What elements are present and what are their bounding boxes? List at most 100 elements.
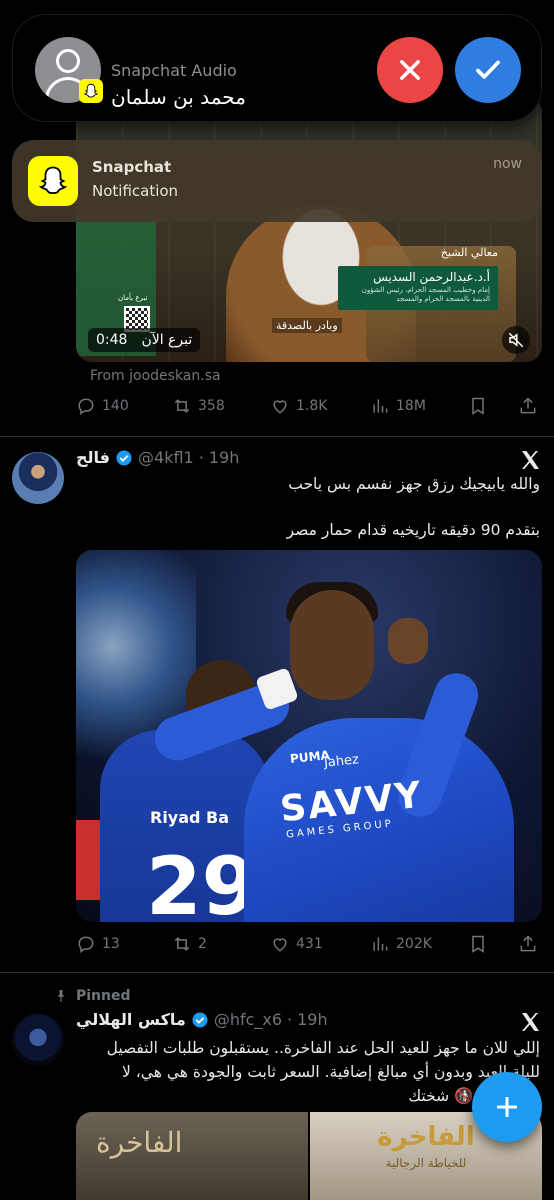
avatar[interactable] [12,1014,64,1066]
author-handle[interactable]: @4kfl1 [138,448,194,467]
repost-count: 2 [198,936,207,952]
tweet1-source[interactable]: From joodeskan.sa [90,368,221,384]
qr-label: تبرع بأمان [118,294,148,302]
compose-button[interactable] [472,1072,542,1142]
x-logo-icon [522,1013,539,1031]
notification-time: now [493,156,522,172]
repost-button[interactable]: 358 [172,396,225,416]
notification-body: Notification [92,182,179,200]
author-handle[interactable]: @hfc_x6 [214,1010,282,1029]
author-name[interactable]: ماكس الهلالي [76,1010,186,1029]
like-count: 1.8K [296,398,328,414]
repost-icon [174,399,190,413]
ghost-icon [38,166,68,194]
tweet1-video[interactable]: معالي الشيخ أ.د.عبدالرحمن السديس إمام وخ… [76,96,542,362]
share-button[interactable] [518,396,538,416]
accept-call-button[interactable] [455,37,521,103]
tweet3-photo-left[interactable]: الفاخرة [76,1112,308,1200]
snapchat-app-icon [28,156,78,206]
player-head [290,590,374,700]
divider [0,972,554,973]
views-button[interactable]: 18M [370,396,426,416]
video-duration: 0:48 [96,332,128,348]
repost-count: 358 [198,398,225,414]
video-card-name: أ.د.عبدالرحمن السديس [373,270,490,284]
repost-button[interactable]: 2 [172,934,207,954]
bookmark-button[interactable] [468,934,488,954]
video-card-title: معالي الشيخ [440,246,498,259]
tweet2-text-line1: والله يابيجيك رزق جهز نفسم بس ياحب [288,475,540,493]
heart-icon [273,938,287,952]
call-app-label: Snapchat Audio [111,61,237,80]
bookmark-icon [472,397,484,415]
store-sign-right-sub: للخياطة الرجالية [385,1156,467,1170]
pinned-label: Pinned [54,988,131,1004]
close-icon [400,60,420,80]
plus-icon [497,1097,517,1117]
reply-button[interactable]: 140 [76,396,129,416]
jersey-bank-text: Riyad Ba [150,808,230,827]
views-button[interactable]: 202K [370,934,432,954]
bookmark-icon [472,935,484,953]
like-button[interactable]: 1.8K [270,396,327,416]
views-icon [373,937,388,951]
speaker-muted-icon [508,332,524,348]
video-name-card: أ.د.عبدالرحمن السديس إمام وخطيب المسجد ا… [338,266,498,310]
video-caption: وبادر بالصدقة [272,318,342,333]
ghost-icon [83,83,99,98]
x-logo-icon [522,451,539,469]
post-time: 19h [208,448,240,467]
store-sign-left: الفاخرة [96,1126,183,1159]
decline-call-button[interactable] [377,37,443,103]
tweet2-text-line2: بتقدم 90 دقيقه تاريخيه قدام حمار مصر [286,521,540,539]
video-card-sub: إمام وخطيب المسجد الحرام، رئيس الشؤون ال… [361,286,490,303]
separator-dot: · [198,448,204,467]
tweet3-photos[interactable]: الفاخرة الفاخرة للخياطة الرجالية [76,1112,542,1200]
caller-name: محمد بن سلمان [111,85,246,109]
pin-icon [57,990,65,1002]
mute-button[interactable] [502,326,530,354]
video-time-pill: 0:48 تبرع الآن [88,328,201,352]
repost-icon [174,937,190,951]
share-icon [520,935,536,952]
share-button[interactable] [518,934,538,954]
checkmark-icon [476,60,500,79]
snapchat-notification[interactable]: Snapchat Notification now [12,140,542,222]
verified-badge-icon [192,1012,208,1027]
incoming-call-banner[interactable]: Snapchat Audio محمد بن سلمان [12,14,542,122]
post-time: 19h [297,1010,328,1029]
player-hand [388,618,428,664]
author-name[interactable]: فالح [76,448,110,467]
tweet2-actions: 13 2 431 202K [76,932,544,956]
video-overlay-label: تبرع الآن [141,332,193,348]
tweet1-actions: 140 358 1.8K 18M [76,394,544,418]
notification-title: Snapchat [92,158,172,176]
verified-badge-icon [116,450,132,465]
reply-button[interactable]: 13 [76,934,120,954]
heart-icon [273,400,287,414]
view-count: 18M [396,398,426,414]
reply-count: 13 [102,936,120,952]
like-button[interactable]: 431 [270,934,323,954]
reply-icon [78,398,94,415]
like-count: 431 [296,936,323,952]
tweet2-photo[interactable]: Riyad Ba 29 PUMA Jahez SAVVY GAMES GROUP [76,550,542,922]
separator-dot: · [287,1010,293,1029]
view-count: 202K [396,936,432,952]
share-icon [520,397,536,414]
views-icon [373,399,388,413]
tweet3-header: ماكس الهلالي @hfc_x6 · 19h [76,1010,328,1029]
tweet2-header: فالح @4kfl1 · 19h [76,448,239,467]
tweet3-text-line1: إللي للان ما جهز للعيد الحل عند الفاخرة.… [106,1039,540,1057]
reply-icon [78,936,94,953]
tweet3-text-line2: لليلة العيد وبدون أي مبالغ إضافية. السعر… [122,1063,540,1081]
tweet3-text-line3: تفوتك 💯 🚯 شختك [408,1087,540,1105]
pinned-text: Pinned [76,988,131,1004]
person-head-icon [56,49,80,73]
snapchat-badge-icon [79,79,103,103]
divider [0,436,554,437]
avatar[interactable] [12,452,64,504]
jersey-number: 29 [146,840,258,922]
bookmark-button[interactable] [468,396,488,416]
reply-count: 140 [102,398,129,414]
